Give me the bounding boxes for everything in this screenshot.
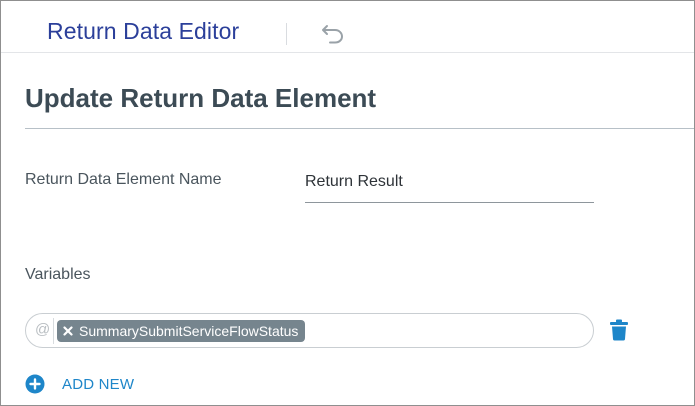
plus-circle-icon	[25, 374, 45, 394]
variable-chip: SummarySubmitServiceFlowStatus	[57, 320, 306, 342]
header-divider	[286, 23, 287, 45]
close-icon	[63, 326, 73, 336]
title-divider	[25, 128, 694, 129]
undo-button[interactable]	[319, 21, 347, 45]
trash-icon	[610, 319, 628, 341]
add-new-label: ADD NEW	[62, 375, 135, 393]
variables-input[interactable]: @ SummarySubmitServiceFlowStatus	[25, 313, 594, 348]
delete-variable-button[interactable]	[609, 319, 629, 341]
editor-header: Return Data Editor	[1, 1, 694, 53]
chip-label: SummarySubmitServiceFlowStatus	[79, 323, 299, 339]
element-name-label: Return Data Element Name	[25, 171, 222, 188]
add-new-button[interactable]: ADD NEW	[25, 373, 134, 395]
variables-label: Variables	[25, 266, 91, 283]
chip-remove-button[interactable]	[61, 324, 75, 338]
return-data-editor-window: Return Data Editor Update Return Data El…	[0, 0, 695, 406]
page-title: Update Return Data Element	[25, 83, 377, 113]
at-symbol: @	[35, 321, 51, 338]
undo-icon	[322, 25, 344, 44]
at-divider	[53, 318, 54, 344]
element-name-input[interactable]	[305, 167, 594, 203]
editor-title: Return Data Editor	[47, 18, 240, 44]
